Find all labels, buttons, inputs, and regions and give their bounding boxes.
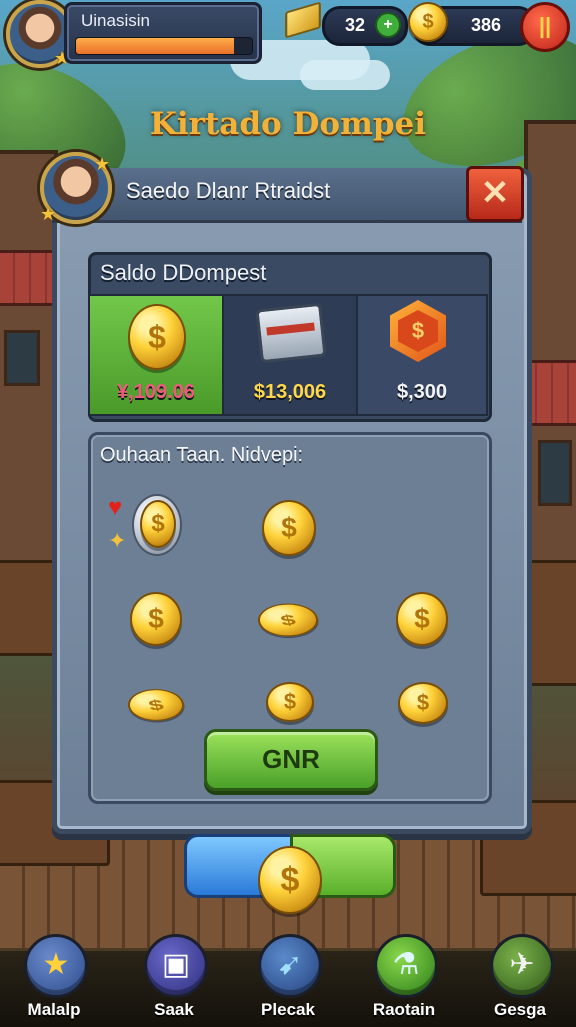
game-title: Kirtado Dompei xyxy=(149,106,427,142)
balance-amount: $13,006 xyxy=(253,381,327,403)
coin-value: 386 xyxy=(471,15,502,35)
nav-label: Plecak xyxy=(261,1000,315,1019)
balance-tile-coins[interactable]: $ ¥,109.06 xyxy=(88,294,224,416)
add-gold-bars-button[interactable]: + xyxy=(375,12,401,38)
nav-item-plecak[interactable]: ➹ Plecak xyxy=(240,934,336,1024)
toggle-coin-icon[interactable]: $ xyxy=(258,846,322,914)
nav-item-malalp[interactable]: ★ Malalp xyxy=(6,934,102,1024)
coin-icon: $ xyxy=(408,2,448,42)
sparkle-icon: ✦ xyxy=(108,528,127,553)
balance-amount: $,300 xyxy=(396,381,448,403)
reward-coin[interactable]: $ xyxy=(130,592,182,646)
star-icon: ★ xyxy=(24,934,88,998)
nav-item-saak[interactable]: ▣ Saak xyxy=(126,934,222,1024)
rocket-icon: ✈ xyxy=(490,934,554,998)
xp-progress-bar xyxy=(75,37,253,55)
gold-coin-icon: $ xyxy=(128,304,186,370)
potion-icon: ⚗ xyxy=(374,934,438,998)
balance-label: Saldo DDompest xyxy=(100,260,267,285)
nav-label: Gesga xyxy=(494,1000,546,1019)
close-button[interactable]: ✕ xyxy=(466,166,524,222)
reward-coin[interactable]: $ xyxy=(396,592,448,646)
reward-coin[interactable]: $ xyxy=(398,682,448,724)
arrow-shield-icon: ➹ xyxy=(258,934,322,998)
reward-coin[interactable]: $ xyxy=(262,500,316,556)
shop-chest-icon: ▣ xyxy=(144,934,208,998)
reward-label: Ouhaan Taan. Nidvepi: xyxy=(100,444,304,466)
reward-coin[interactable]: $ xyxy=(266,682,314,722)
nav-item-gesga[interactable]: ✈ Gesga xyxy=(472,934,568,1024)
pause-button[interactable]: || xyxy=(520,2,570,52)
nav-item-raotain[interactable]: ⚗ Raotain xyxy=(356,934,452,1024)
dialog-title: Saedo Dlanr Rtraidst xyxy=(126,178,331,203)
nav-label: Raotain xyxy=(372,1000,436,1019)
avatar-star-icon: ★ xyxy=(94,154,111,174)
dialog-avatar: ★ ★ xyxy=(40,152,112,224)
gnr-button[interactable]: GNR xyxy=(204,729,378,791)
avatar-star-icon: ★ xyxy=(40,204,57,224)
balance-amount: ¥,109.06 xyxy=(117,381,195,403)
player-info-panel: Uinasisin xyxy=(64,2,262,64)
player-name: Uinasisin xyxy=(81,11,150,30)
gold-bar-value: 32 xyxy=(345,15,366,35)
gold-bar-counter: 32 + xyxy=(322,6,408,46)
heart-icon: ♥ xyxy=(108,494,123,521)
nav-label: Saak xyxy=(154,1000,194,1019)
xp-progress-fill xyxy=(76,38,235,54)
nav-label: Malalp xyxy=(27,1000,81,1019)
treasure-chest-icon xyxy=(255,302,327,364)
reward-coin[interactable]: $ xyxy=(140,500,176,548)
